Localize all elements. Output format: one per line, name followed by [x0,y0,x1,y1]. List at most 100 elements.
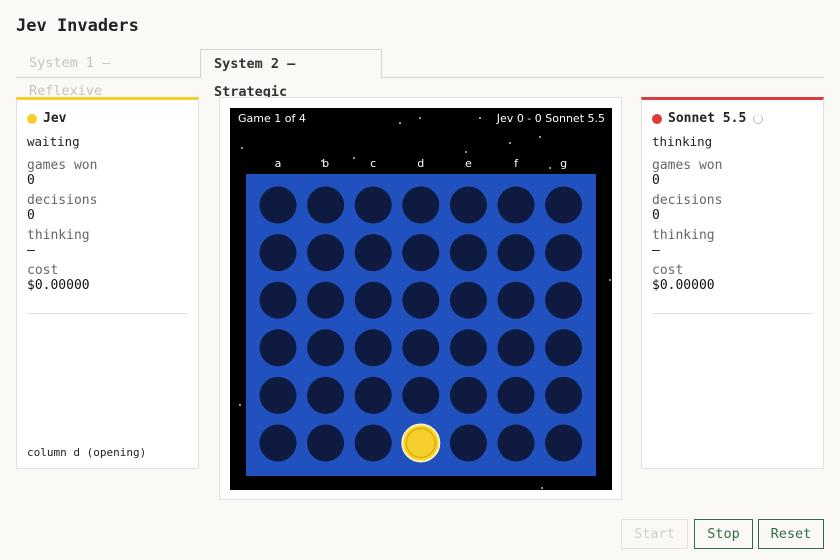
column-label-e[interactable]: e [465,157,472,170]
board-slot[interactable] [307,186,345,224]
board-slot[interactable] [497,234,535,272]
player-header: Jev [27,111,66,126]
board-slot[interactable] [354,329,392,367]
board-slot[interactable] [449,376,487,414]
board-slot[interactable] [259,186,297,224]
column-label-c[interactable]: c [370,157,376,170]
stat-value-decisions: 0 [652,208,660,223]
board-slot[interactable] [449,234,487,272]
star-dot [419,117,421,119]
board-slot[interactable] [449,424,487,462]
player-name: Jev [43,111,67,126]
player-color-dot-icon [27,113,37,124]
board-slot[interactable] [497,281,535,319]
tab-system-1[interactable]: System 1 — Reflexive [16,49,200,99]
player-stats: games won 0 decisions 0 thinking – cost … [27,158,97,298]
board-slot[interactable] [259,424,297,462]
stat-label-games-won: games won [27,158,98,173]
stat-label-decisions: decisions [27,193,98,208]
stat-label-cost: cost [652,263,684,278]
stat-value-thinking: – [652,243,660,258]
board-slot[interactable] [259,329,297,367]
player-panel-sonnet: Sonnet 5.5 thinking games won 0 decision… [641,97,824,469]
stat-value-cost: $0.00000 [652,278,715,293]
board-slot[interactable] [449,329,487,367]
tab-bar: System 1 — Reflexive System 2 — Strategi… [16,49,824,100]
reset-button[interactable]: Reset [758,519,824,549]
board-slot[interactable] [354,424,392,462]
board-slot[interactable] [354,186,392,224]
board-slot[interactable] [545,234,583,272]
star-dot [509,142,511,144]
player-panel-jev: Jev waiting games won 0 decisions 0 thin… [16,97,199,469]
board-slot[interactable] [449,281,487,319]
game-frame: a b c d e f g Game 1 of 4 Jev 0 - 0 Sonnet 5.5 [219,97,622,500]
star-dot [541,487,543,489]
star-dot [479,117,481,119]
game-piece-jev[interactable] [401,423,441,463]
star-dot [239,404,241,406]
board-slot[interactable] [354,234,392,272]
tab-system-2[interactable]: System 2 — Strategic [200,49,382,100]
divider [27,313,188,314]
column-label-g[interactable]: g [560,157,567,170]
star-dot [609,279,611,281]
stat-value-games-won: 0 [652,173,660,188]
board-slot[interactable] [354,376,392,414]
board-slot[interactable] [545,329,583,367]
board-slot[interactable] [259,376,297,414]
board-slot[interactable] [354,281,392,319]
stat-value-games-won: 0 [27,173,35,188]
board-slot[interactable] [259,234,297,272]
board-slot[interactable] [449,186,487,224]
stat-value-decisions: 0 [27,208,35,223]
board-slot[interactable] [545,424,583,462]
player-name: Sonnet 5.5 [668,111,747,126]
game-number-label: Game 1 of 4 [238,112,306,125]
star-dot [241,147,243,149]
star-dot [549,167,551,169]
player-color-dot-icon [652,113,662,124]
star-dot [353,157,355,159]
board-slot[interactable] [497,424,535,462]
start-button[interactable]: Start [621,519,688,549]
board-slot[interactable] [497,186,535,224]
player-status: waiting [27,134,80,149]
board-slot[interactable] [307,281,345,319]
board-slot[interactable] [545,186,583,224]
board-slot[interactable] [545,376,583,414]
column-label-a[interactable]: a [275,157,282,170]
app-title: Jev Invaders [16,16,139,36]
stat-label-games-won: games won [652,158,723,173]
board-slot[interactable] [402,281,440,319]
last-move-note: column d (opening) [27,446,147,459]
board-slot[interactable] [307,424,345,462]
column-label-b[interactable]: b [322,157,329,170]
star-dot [465,151,467,153]
loading-spinner-icon [753,113,764,124]
score-label: Jev 0 - 0 Sonnet 5.5 [496,112,605,125]
player-status: thinking [652,134,713,149]
star-dot [399,122,401,124]
board-slot[interactable] [497,329,535,367]
board-slot[interactable] [402,376,440,414]
stop-button[interactable]: Stop [694,519,753,549]
game-canvas[interactable]: a b c d e f g Game 1 of 4 Jev 0 - 0 Sonnet 5.5 [230,108,612,490]
column-label-f[interactable]: f [514,157,519,170]
board-slot[interactable] [497,376,535,414]
board-slot[interactable] [402,329,440,367]
board-slot[interactable] [402,186,440,224]
board-slot[interactable] [307,376,345,414]
stat-value-thinking: – [27,243,35,258]
column-label-d[interactable]: d [417,157,424,170]
stat-value-cost: $0.00000 [27,278,90,293]
board-slot[interactable] [307,329,345,367]
board-slot[interactable] [402,234,440,272]
board-slot[interactable] [307,234,345,272]
stat-label-thinking: thinking [652,228,715,243]
player-header: Sonnet 5.5 [652,111,764,126]
board-slot[interactable] [259,281,297,319]
board-slot[interactable] [545,281,583,319]
player-stats: games won 0 decisions 0 thinking – cost … [652,158,722,298]
divider [652,313,813,314]
